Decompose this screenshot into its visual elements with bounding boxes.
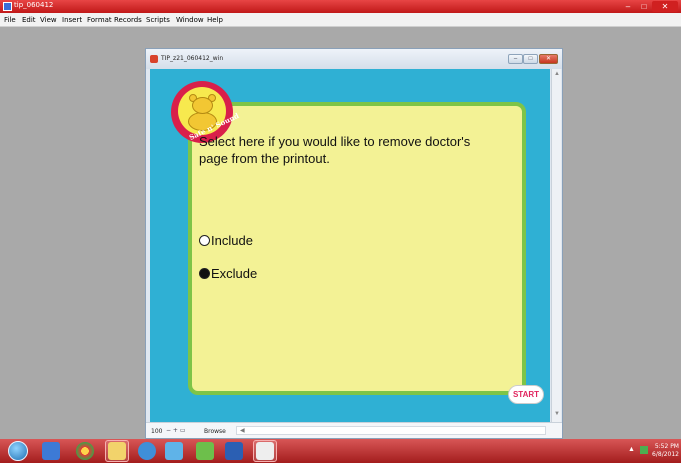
- taskbar-puzzle-icon[interactable]: [196, 442, 214, 460]
- chrome-icon[interactable]: [76, 442, 94, 460]
- menu-view[interactable]: View: [40, 16, 57, 24]
- zoom-controls-icon[interactable]: − + ▭: [166, 427, 186, 434]
- exclude-option[interactable]: Exclude: [199, 266, 257, 281]
- vertical-scrollbar[interactable]: ▲ ▼: [551, 69, 561, 422]
- app-titlebar: tip_060412 – □ ✕: [0, 0, 681, 13]
- doc-minimize-icon[interactable]: –: [508, 54, 523, 64]
- doc-close-icon[interactable]: ✕: [539, 54, 558, 64]
- menu-file[interactable]: File: [4, 16, 16, 24]
- scroll-down-icon[interactable]: ▼: [554, 411, 560, 417]
- start-button[interactable]: START: [508, 385, 544, 404]
- include-radio[interactable]: [199, 235, 210, 246]
- document-icon: [150, 55, 158, 63]
- taskbar: ▲ 5:52 PM 6/8/2012: [0, 439, 681, 463]
- exclude-label[interactable]: Exclude: [211, 266, 257, 281]
- horizontal-scrollbar[interactable]: ◀: [236, 426, 546, 435]
- minimize-icon[interactable]: –: [620, 1, 636, 12]
- taskbar-media-icon[interactable]: [42, 442, 60, 460]
- scroll-left-icon[interactable]: ◀: [240, 427, 245, 434]
- document-titlebar[interactable]: TIP_z21_060412_win – □ ✕: [146, 49, 562, 69]
- taskbar-app-icon[interactable]: [165, 442, 183, 460]
- internet-explorer-icon[interactable]: [138, 442, 156, 460]
- menu-records[interactable]: Records: [114, 16, 142, 24]
- bear-head: [192, 97, 213, 114]
- app-title: tip_060412: [14, 1, 54, 9]
- windows-start-icon[interactable]: [8, 441, 28, 461]
- menu-window[interactable]: Window: [176, 16, 204, 24]
- question-text: Select here if you would like to remove …: [199, 134, 471, 166]
- exclude-radio[interactable]: [199, 268, 210, 279]
- document-window: TIP_z21_060412_win – □ ✕ Safe n' Sound S…: [145, 48, 563, 439]
- doc-maximize-icon[interactable]: □: [523, 54, 538, 64]
- zoom-level[interactable]: 100: [151, 428, 162, 435]
- menu-help[interactable]: Help: [207, 16, 223, 24]
- filemaker-icon[interactable]: [256, 442, 274, 460]
- close-icon[interactable]: ✕: [652, 1, 678, 12]
- menu-edit[interactable]: Edit: [22, 16, 36, 24]
- action-center-icon[interactable]: [640, 446, 648, 454]
- include-option[interactable]: Include: [199, 233, 253, 248]
- scroll-up-icon[interactable]: ▲: [554, 71, 560, 77]
- folder-icon[interactable]: [108, 442, 126, 460]
- clock-date: 6/8/2012: [652, 451, 679, 458]
- maximize-icon[interactable]: □: [636, 1, 652, 12]
- menu-scripts[interactable]: Scripts: [146, 16, 170, 24]
- document-title: TIP_z21_060412_win: [161, 55, 224, 62]
- include-label[interactable]: Include: [211, 233, 253, 248]
- word-icon[interactable]: [225, 442, 243, 460]
- app-icon: [3, 2, 12, 11]
- menu-insert[interactable]: Insert: [62, 16, 82, 24]
- mode-indicator[interactable]: Browse: [204, 428, 226, 435]
- clock[interactable]: 5:52 PM 6/8/2012: [652, 443, 679, 459]
- clock-time: 5:52 PM: [654, 443, 679, 450]
- status-bar: 100 − + ▭ Browse ◀: [146, 422, 562, 438]
- menubar: File Edit View Insert Format Records Scr…: [0, 13, 681, 27]
- menu-format[interactable]: Format: [87, 16, 112, 24]
- layout-canvas: Safe n' Sound Select here if you would l…: [150, 69, 550, 422]
- tray-expand-icon[interactable]: ▲: [628, 446, 635, 453]
